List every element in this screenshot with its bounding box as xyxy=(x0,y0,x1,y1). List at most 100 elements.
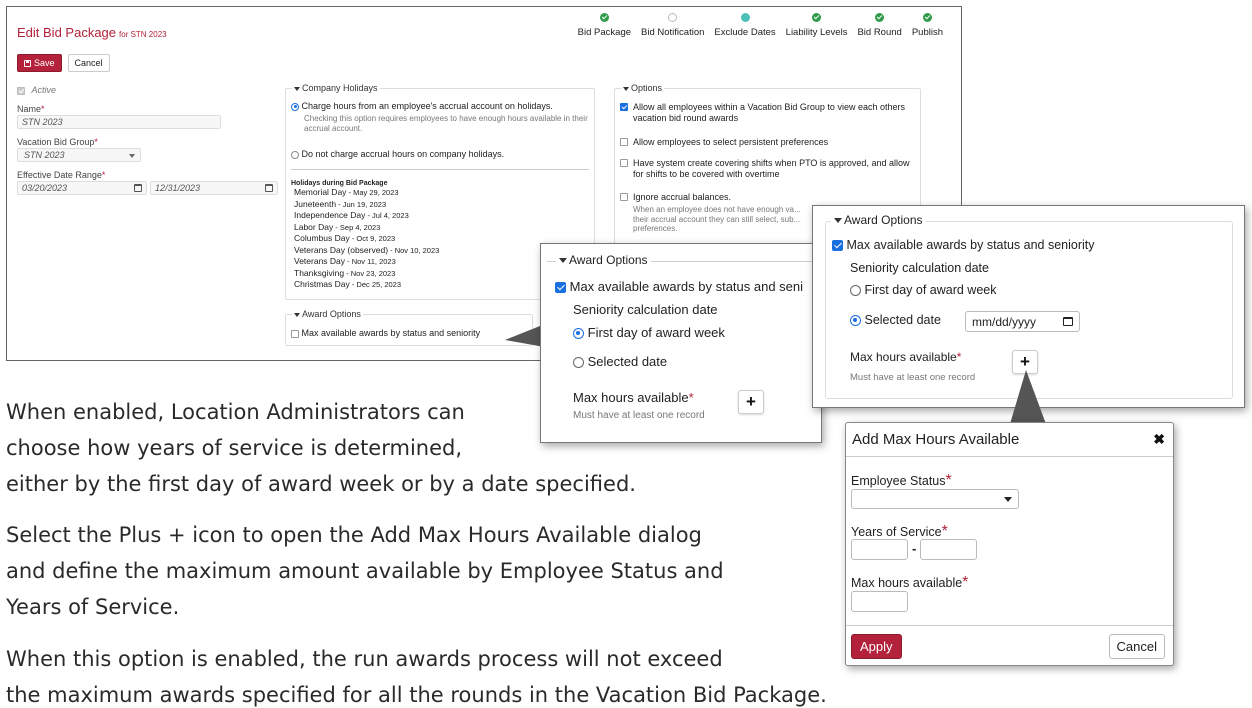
employee-status-select[interactable] xyxy=(851,489,1019,509)
max-awards-row: Max available awards by status and seni xyxy=(555,279,820,294)
option2-label: Allow employees to select persistent pre… xyxy=(633,137,829,147)
selected-date-input[interactable]: mm/dd/yyyy xyxy=(965,311,1080,332)
start-date-value: 03/20/2023 xyxy=(22,183,68,193)
step-exclude-dates[interactable]: Exclude Dates xyxy=(714,13,776,38)
years-to-input[interactable] xyxy=(920,539,977,560)
date-range-label-text: Effective Date Range xyxy=(17,170,102,180)
option4-note: When an employee does not have enough va… xyxy=(633,205,801,233)
add-max-hours-dialog: Add Max Hours Available ✖ Employee Statu… xyxy=(845,422,1174,666)
calendar-icon[interactable] xyxy=(265,184,273,192)
legend-text: Company Holidays xyxy=(302,83,378,93)
years-from-input[interactable] xyxy=(851,539,908,560)
award-options-legend[interactable]: Award Options xyxy=(831,213,926,227)
option3-label: Have system create covering shifts when … xyxy=(633,158,910,179)
ignore-accrual-checkbox[interactable] xyxy=(620,193,628,201)
step-liability-levels[interactable]: Liability Levels xyxy=(785,13,848,38)
page-title-text: Edit Bid Package xyxy=(17,25,117,40)
option1-label: Charge hours from an employee's accrual … xyxy=(301,101,553,111)
apply-button[interactable]: Apply xyxy=(851,634,902,659)
award-options-legend[interactable]: Award Options xyxy=(292,309,363,319)
name-field[interactable]: STN 2023 xyxy=(17,115,221,129)
divider xyxy=(291,169,589,170)
calendar-icon[interactable] xyxy=(1063,317,1073,326)
page-title: Edit Bid Package for STN 2023 xyxy=(17,25,167,40)
option-row-3: Have system create covering shifts when … xyxy=(620,158,918,180)
caption-line: Select the Plus + icon to open the Add M… xyxy=(6,523,702,547)
max-hours-text: Max hours available xyxy=(851,576,963,590)
step-label: Exclude Dates xyxy=(714,27,776,38)
max-awards-checkbox[interactable] xyxy=(291,329,299,338)
seniority-label: Seniority calculation date xyxy=(850,261,989,275)
selected-date-radio[interactable] xyxy=(850,315,861,327)
view-awards-checkbox[interactable] xyxy=(620,103,628,111)
step-label: Liability Levels xyxy=(785,27,848,38)
step-label: Bid Round xyxy=(857,27,902,38)
first-day-radio[interactable] xyxy=(850,285,861,297)
cancel-button[interactable]: Cancel xyxy=(1108,634,1165,659)
max-awards-row: Max available awards by status and senio… xyxy=(832,238,1095,252)
caret-down-icon xyxy=(559,258,567,264)
wizard-steps: Bid Package Bid Notification Exclude Dat… xyxy=(578,13,943,38)
max-awards-checkbox[interactable] xyxy=(555,282,566,294)
option1-label: Allow all employees within a Vacation Bi… xyxy=(633,102,905,123)
award-options-legend[interactable]: Award Options xyxy=(556,253,651,267)
end-date-field[interactable]: 12/31/2023 xyxy=(150,181,278,195)
max-hours-input[interactable] xyxy=(851,591,908,612)
selected-date-label: Selected date xyxy=(587,354,668,369)
first-day-label: First day of award week xyxy=(864,283,997,297)
options-legend[interactable]: Options xyxy=(621,83,665,93)
close-icon[interactable]: ✖ xyxy=(1153,431,1165,448)
step-bid-notification[interactable]: Bid Notification xyxy=(641,13,704,38)
step-label: Bid Package xyxy=(577,27,632,38)
holiday-option-1: Charge hours from an employee's accrual … xyxy=(291,101,591,133)
max-awards-checkbox[interactable] xyxy=(832,240,843,252)
option4-label: Ignore accrual balances. xyxy=(633,192,732,202)
covering-shifts-checkbox[interactable] xyxy=(620,159,628,167)
holidays-list: Holidays during Bid Package Memorial Day… xyxy=(291,180,439,291)
step-label: Bid Notification xyxy=(641,27,705,38)
max-awards-label: Max available awards by status and seni xyxy=(569,279,804,294)
company-holidays-legend[interactable]: Company Holidays xyxy=(292,83,380,93)
persistent-preferences-checkbox[interactable] xyxy=(620,138,628,146)
current-step-icon xyxy=(740,13,750,22)
name-label: Name* xyxy=(17,104,45,114)
list-item: Veterans Day - Nov 11, 2023 xyxy=(294,256,396,266)
no-charge-radio[interactable] xyxy=(291,150,299,159)
caption-line: the maximum awards specified for all the… xyxy=(6,683,827,707)
step-publish[interactable]: Publish xyxy=(912,13,943,38)
dialog-divider xyxy=(846,625,1173,626)
charge-hours-radio[interactable] xyxy=(291,102,299,111)
calendar-icon[interactable] xyxy=(134,184,142,192)
caption-line: either by the first day of award week or… xyxy=(6,472,636,496)
legend-text: Award Options xyxy=(569,253,648,267)
option1-note: Checking this option requires employees … xyxy=(304,114,588,133)
page-subtitle: for STN 2023 xyxy=(119,30,167,39)
caret-down-icon xyxy=(294,312,300,317)
caption-line: Years of Service. xyxy=(6,595,180,619)
list-item: Independence Day - Jul 4, 2023 xyxy=(294,210,409,220)
caption-line: and define the maximum amount available … xyxy=(6,559,724,583)
holidays-heading: Holidays during Bid Package xyxy=(291,180,388,187)
max-hours-text: Max hours available xyxy=(850,350,957,364)
add-max-hours-button[interactable]: + xyxy=(738,390,764,414)
first-day-radio[interactable] xyxy=(573,328,584,340)
name-label-text: Name xyxy=(17,104,42,114)
start-date-field[interactable]: 03/20/2023 xyxy=(17,181,147,195)
active-checkbox[interactable] xyxy=(17,86,25,95)
max-awards-row: Max available awards by status and senio… xyxy=(291,328,480,339)
award-options-fieldset-small: Award Options Max available awards by st… xyxy=(285,309,533,346)
legend-text: Award Options xyxy=(302,309,361,319)
group-label: Vacation Bid Group* xyxy=(17,137,98,147)
step-bid-round[interactable]: Bid Round xyxy=(857,13,902,38)
selected-date-row: Selected date xyxy=(573,354,667,369)
step-bid-package[interactable]: Bid Package xyxy=(578,13,631,38)
general-fields: Active Name* STN 2023 Vacation Bid Group… xyxy=(17,85,279,195)
selected-date-radio[interactable] xyxy=(573,357,584,369)
check-icon xyxy=(875,13,885,22)
list-item: Christmas Day - Dec 25, 2023 xyxy=(294,279,402,289)
vacation-bid-group-select[interactable]: STN 2023 xyxy=(17,148,141,162)
cancel-button[interactable]: Cancel xyxy=(67,54,110,72)
active-row: Active xyxy=(17,85,279,95)
callout-arrow xyxy=(1010,370,1046,424)
save-button[interactable]: Save xyxy=(17,54,62,72)
